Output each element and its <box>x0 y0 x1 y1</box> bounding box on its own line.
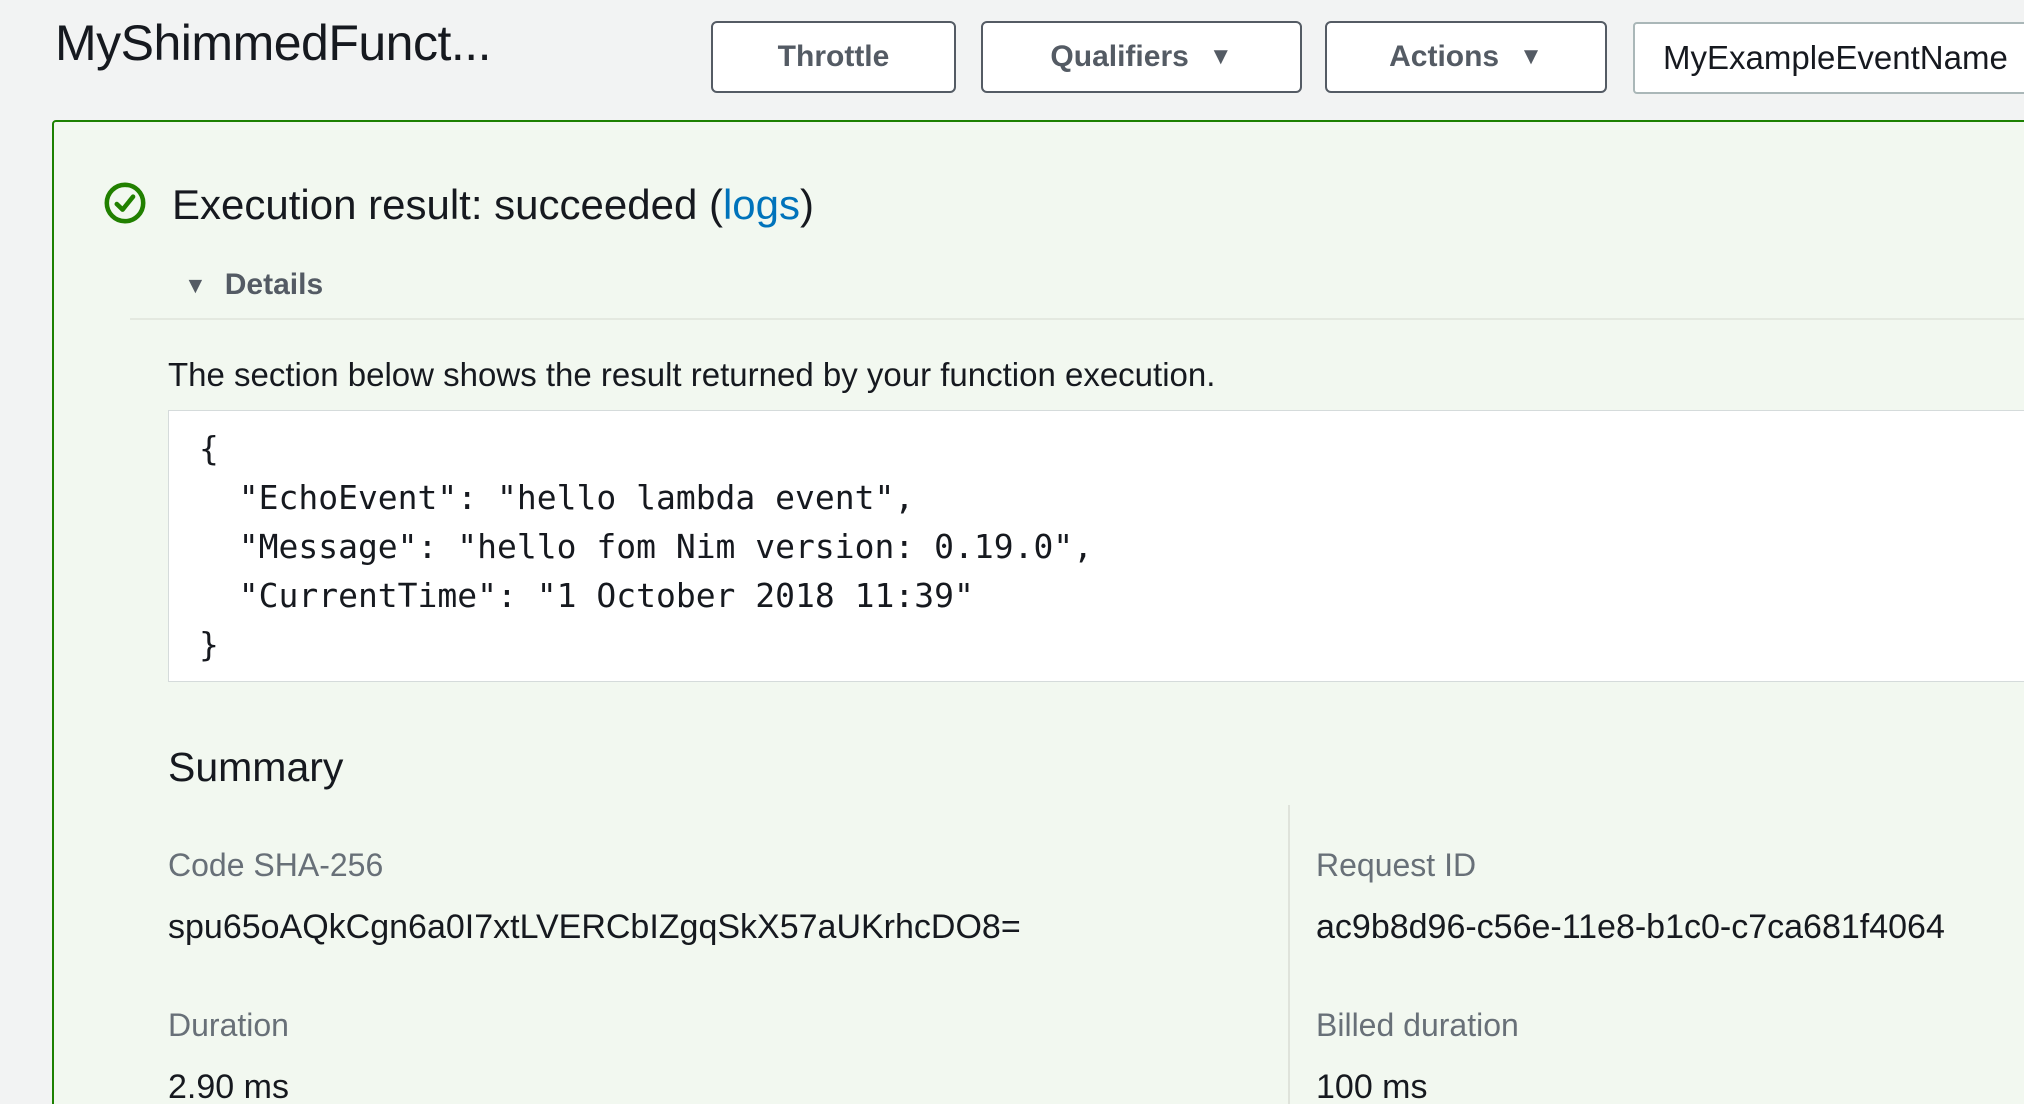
result-json-text: { "EchoEvent": "hello lambda event", "Me… <box>199 424 2024 669</box>
result-description: The section below shows the result retur… <box>168 354 1215 396</box>
billed-duration-label: Billed duration <box>1316 1006 2024 1044</box>
billed-duration-value: 100 ms <box>1316 1066 2024 1104</box>
test-event-selected-value: MyExampleEventName <box>1663 39 2008 77</box>
code-sha256-value: spu65oAQkCgn6a0I7xtLVERCbIZgqSkX57aUKrhc… <box>168 906 1218 948</box>
throttle-button-label: Throttle <box>778 40 890 74</box>
request-id-label: Request ID <box>1316 846 2024 884</box>
logs-link[interactable]: logs <box>723 181 800 228</box>
duration-value: 2.90 ms <box>168 1066 1218 1104</box>
chevron-down-icon: ▼ <box>1519 43 1543 71</box>
details-expander[interactable]: ▼ Details <box>184 268 323 302</box>
function-header: MyShimmedFunct... Throttle Qualifiers ▼ … <box>0 0 2024 120</box>
summary-heading: Summary <box>168 742 343 792</box>
summary-right-column: Request ID ac9b8d96-c56e-11e8-b1c0-c7ca6… <box>1316 846 2024 1104</box>
details-divider <box>130 318 2024 320</box>
summary-left-column: Code SHA-256 spu65oAQkCgn6a0I7xtLVERCbIZ… <box>168 846 1218 1104</box>
execution-result-title: Execution result: succeeded (logs) <box>172 180 814 230</box>
throttle-button[interactable]: Throttle <box>711 21 956 93</box>
actions-dropdown-button[interactable]: Actions ▼ <box>1325 21 1607 93</box>
details-label: Details <box>225 268 323 302</box>
result-title-suffix: ) <box>800 181 814 228</box>
code-sha256-label: Code SHA-256 <box>168 846 1218 884</box>
test-event-select[interactable]: MyExampleEventName <box>1633 22 2024 94</box>
triangle-down-icon: ▼ <box>184 272 207 299</box>
success-check-circle-icon <box>104 182 146 224</box>
actions-button-label: Actions <box>1389 40 1499 74</box>
summary-column-divider <box>1288 805 1290 1104</box>
result-json-block: { "EchoEvent": "hello lambda event", "Me… <box>168 410 2024 682</box>
chevron-down-icon: ▼ <box>1209 43 1233 71</box>
duration-label: Duration <box>168 1006 1218 1044</box>
request-id-value: ac9b8d96-c56e-11e8-b1c0-c7ca681f4064 <box>1316 906 2024 948</box>
qualifiers-button-label: Qualifiers <box>1050 40 1188 74</box>
execution-result-panel: Execution result: succeeded (logs) ▼ Det… <box>52 120 2024 1104</box>
function-name-title: MyShimmedFunct... <box>55 10 491 76</box>
result-title-prefix: Execution result: succeeded ( <box>172 181 723 228</box>
qualifiers-dropdown-button[interactable]: Qualifiers ▼ <box>981 21 1302 93</box>
